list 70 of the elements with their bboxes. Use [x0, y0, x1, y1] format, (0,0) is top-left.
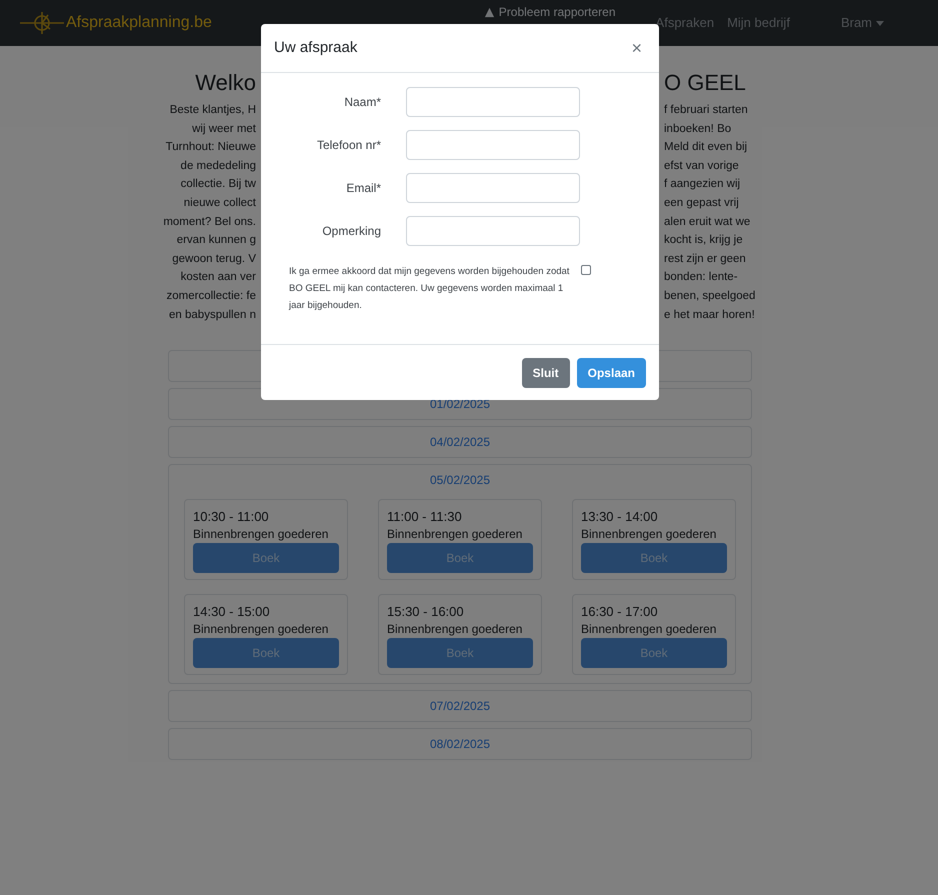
slot-type: Binnenbrengen goederen — [193, 526, 330, 544]
book-button[interactable]: Boek — [581, 638, 727, 668]
intro-text: nieuwe collect — [184, 196, 256, 211]
intro-text: een gepast vrij — [664, 196, 739, 211]
field-label: Naam* — [343, 94, 381, 111]
slot-type: Binnenbrengen goederen — [193, 621, 330, 638]
intro-text: benen, speelgoed — [664, 288, 756, 304]
book-button[interactable]: Boek — [193, 543, 339, 574]
date-link[interactable]: 05/02/2025 — [169, 465, 751, 496]
slot-time: 16:30 - 17:00 — [581, 603, 659, 620]
intro-text: inboeken! Bo — [664, 122, 732, 137]
slot-type: Binnenbrengen goederen — [387, 526, 524, 544]
warning-icon — [484, 6, 495, 18]
slot-time: 10:30 - 11:00 — [193, 508, 270, 526]
field-label: Opmerking — [321, 223, 381, 240]
book-button[interactable]: Boek — [193, 638, 339, 668]
slot-time: 11:00 - 11:30 — [387, 508, 463, 526]
compass-logo-icon — [20, 11, 64, 35]
save-button[interactable]: Opslaan — [576, 358, 646, 388]
intro-text: zomercollectie: fe — [166, 288, 256, 304]
intro-text: rest zijn er geen — [664, 252, 746, 267]
slot-type: Binnenbrengen goederen — [581, 621, 718, 638]
user-menu[interactable]: Bram — [840, 13, 884, 33]
consent-checkbox[interactable] — [581, 265, 591, 275]
slot-type: Binnenbrengen goederen — [581, 526, 718, 544]
intro-text: gewoon terug. V — [172, 252, 256, 267]
slot-time: 14:30 - 15:00 — [193, 603, 271, 620]
intro-text: efst van vorige — [664, 158, 739, 174]
slot-type: Binnenbrengen goederen — [387, 621, 524, 638]
close-button[interactable]: × — [627, 34, 646, 62]
nav-link[interactable]: Afspraken — [656, 13, 714, 33]
field-label: Telefoon nr* — [316, 137, 381, 154]
book-button[interactable]: Boek — [387, 543, 533, 574]
intro-text: wij weer met — [192, 122, 256, 137]
input-field[interactable] — [406, 87, 580, 117]
input-field[interactable] — [406, 130, 580, 160]
intro-text: en babyspullen n — [169, 308, 256, 323]
intro-text: kosten aan ver — [180, 270, 256, 286]
page-heading: O GEEL — [664, 69, 746, 97]
slot-time: 15:30 - 16:00 — [387, 603, 465, 620]
intro-text: e het maar horen! — [664, 308, 755, 323]
intro-text: de mededeling — [180, 158, 256, 174]
book-button[interactable]: Boek — [387, 638, 533, 668]
nav-link[interactable]: Mijn bedrijf — [727, 13, 790, 33]
intro-text: f februari starten — [664, 103, 748, 118]
intro-text: bonden: lente- — [664, 270, 738, 286]
brand-name[interactable]: Afspraakplanning.be — [66, 11, 212, 35]
page-heading: Welko — [195, 69, 256, 97]
intro-text: collectie. Bij tw — [180, 177, 256, 192]
slot-time: 13:30 - 14:00 — [581, 508, 659, 526]
field-label: Email* — [345, 180, 381, 197]
close-modal-button[interactable]: Sluit — [522, 358, 570, 388]
date-link[interactable]: 07/02/2025 — [169, 691, 751, 722]
date-link[interactable]: 04/02/2025 — [169, 427, 751, 458]
intro-text: Turnhout: Nieuwe — [166, 140, 256, 156]
intro-text: f aangezien wij — [664, 177, 740, 192]
date-link[interactable]: 08/02/2025 — [169, 729, 751, 760]
caret-icon — [876, 20, 884, 26]
consent-text: Ik ga ermee akkoord dat mijn gegevens worden bijgehouden zodat BO GEEL mij kan contacteren. Uw gegevens worden maximaal 1 jaar bijgehouden. — [289, 265, 570, 313]
intro-text: alen eruit wat we — [664, 214, 750, 230]
intro-text: moment? Bel ons. — [163, 214, 256, 230]
intro-text: kocht is, krijg je — [664, 233, 743, 248]
intro-text: Meld dit even bij — [664, 140, 748, 156]
input-field[interactable] — [406, 173, 580, 203]
intro-text: ervan kunnen g — [176, 233, 256, 248]
report-problem-link[interactable]: Probleem rapporteren — [484, 5, 616, 19]
modal-title: Uw afspraak — [274, 38, 358, 58]
input-field[interactable] — [406, 216, 580, 246]
intro-text: Beste klantjes, H — [170, 103, 256, 118]
book-button[interactable]: Boek — [581, 543, 727, 574]
